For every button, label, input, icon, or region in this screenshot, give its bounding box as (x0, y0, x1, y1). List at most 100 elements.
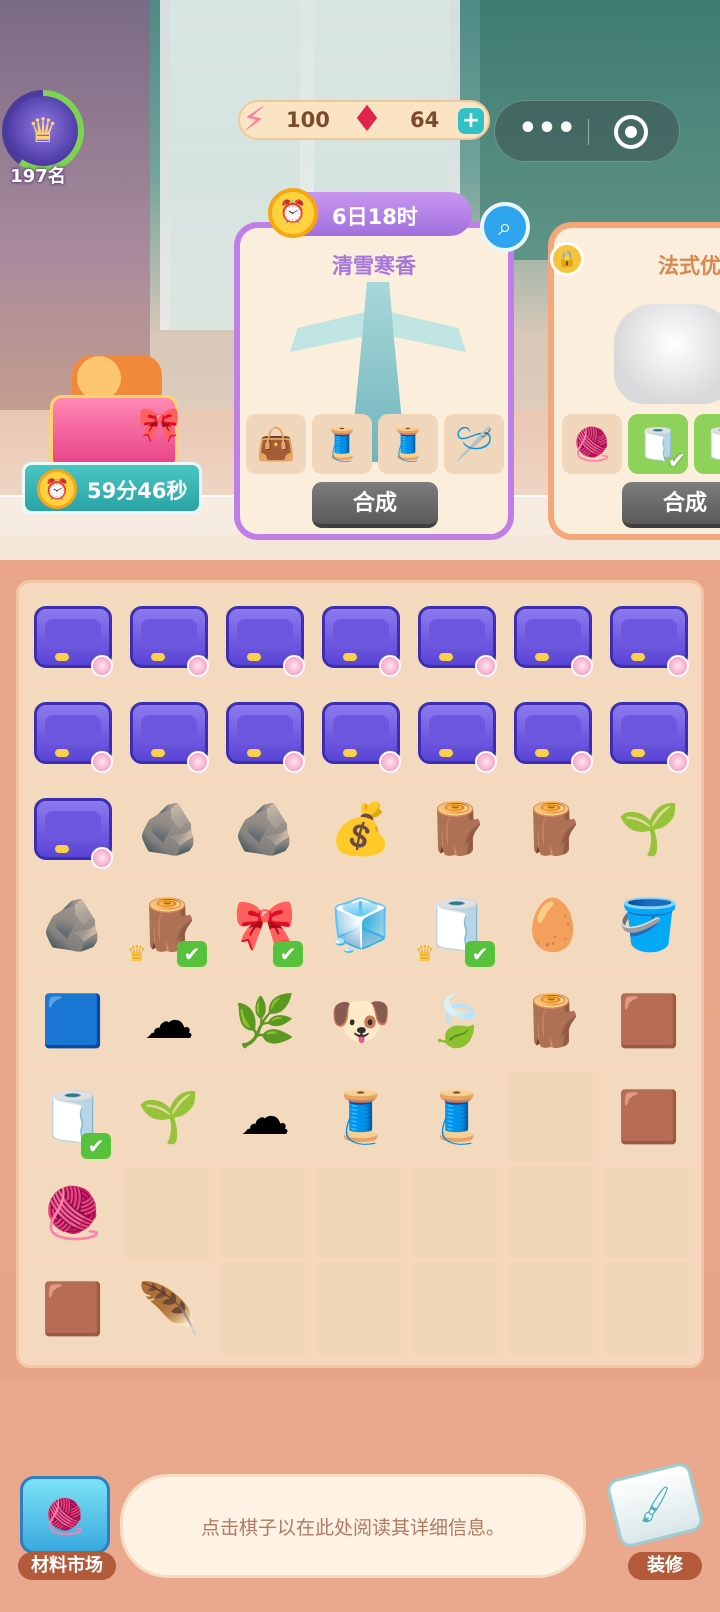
board-cell[interactable] (27, 687, 119, 779)
board-cell[interactable]: 🪵 ✔ ♛ (123, 879, 215, 971)
board-cell[interactable]: ☁ (123, 975, 215, 1067)
board-cell-empty[interactable] (315, 1263, 407, 1355)
board-cell-empty[interactable] (315, 1167, 407, 1259)
board-cell[interactable]: 🎀 ✔ (219, 879, 311, 971)
board-cell[interactable] (219, 687, 311, 779)
merge-button[interactable]: 合成 (622, 482, 720, 528)
crown-icon: ♛ (127, 942, 147, 967)
gem-value: 64 (410, 108, 440, 132)
board-cell[interactable]: 🪨 (219, 783, 311, 875)
board-cell[interactable]: 🌿 (219, 975, 311, 1067)
crown-icon: ♛ (8, 96, 78, 166)
logs-icon: 🪵 (521, 992, 585, 1050)
board-cell[interactable] (27, 783, 119, 875)
board-cell-empty[interactable] (603, 1167, 695, 1259)
merge-button[interactable]: 合成 (312, 482, 438, 528)
fabric-stack-icon[interactable]: 🧵 (312, 414, 372, 474)
gift-box[interactable]: 🎀 (42, 355, 182, 473)
board-cell[interactable]: 🥚 (507, 879, 599, 971)
towel-roll-icon[interactable]: 🧻 (694, 414, 720, 474)
gift-timer: ⏰ 59分46秒 (22, 462, 202, 514)
board-cell[interactable]: 💰 (315, 783, 407, 875)
more-button[interactable]: ••• (517, 113, 577, 151)
stone-bucket-icon: 🪣 (617, 896, 681, 954)
check-icon: ✔ (81, 1133, 111, 1159)
board-cell[interactable] (411, 687, 503, 779)
rock-icon: 🪨 (137, 800, 201, 858)
board-cell[interactable]: 🟫 (603, 1071, 695, 1163)
board-cell-empty[interactable] (219, 1167, 311, 1259)
decorate-button[interactable]: 🖌 装修 (604, 1460, 710, 1582)
board-cell[interactable] (507, 591, 599, 683)
board-cell[interactable] (315, 591, 407, 683)
board-cell-empty[interactable] (507, 1071, 599, 1163)
board-cell[interactable]: 🌱 (123, 1071, 215, 1163)
board-cell[interactable]: 🧊 (315, 879, 407, 971)
corset-icon (614, 304, 720, 404)
close-button[interactable] (614, 115, 648, 149)
board-cell[interactable]: 🧵 (315, 1071, 407, 1163)
order-timer: ⏰ 6日18时 (268, 188, 472, 238)
board-cell[interactable]: 🧶 (27, 1167, 119, 1259)
board-cell[interactable]: 🟫 (603, 975, 695, 1067)
board-cell[interactable]: 🪣 (603, 879, 695, 971)
board-cell-empty[interactable] (219, 1263, 311, 1355)
rank-label: 197名 (10, 166, 66, 187)
close-icon (625, 126, 637, 138)
board-cell-empty[interactable] (507, 1263, 599, 1355)
board-cell[interactable]: 🧵 (411, 1071, 503, 1163)
gift-timer-text: 59分46秒 (87, 479, 188, 503)
board-cell[interactable] (603, 687, 695, 779)
board-cell[interactable]: 🪵 (507, 783, 599, 875)
fabric-crate-icon[interactable]: 🧶 (562, 414, 622, 474)
bag-icon[interactable]: 👜 (246, 414, 306, 474)
sewing-machine-icon[interactable]: 🪡 (444, 414, 504, 474)
board-cell[interactable]: 🟦 (27, 975, 119, 1067)
board-cell[interactable]: 🪨 (27, 879, 119, 971)
leaf-icon: 🍃 (425, 992, 489, 1050)
currency-bar: ⚡ 100 ♦ 64 + (238, 99, 490, 140)
board-cell[interactable]: 🪵 (507, 975, 599, 1067)
generator-badge-icon (91, 751, 113, 773)
board-cell[interactable] (411, 591, 503, 683)
bark-icon: 🟫 (41, 1280, 105, 1338)
board-cell[interactable]: 🪶 (123, 1263, 215, 1355)
board-cell[interactable]: 🐶 (315, 975, 407, 1067)
board-cell-empty[interactable] (123, 1167, 215, 1259)
board-cell[interactable] (123, 591, 215, 683)
board-cell-empty[interactable] (507, 1167, 599, 1259)
player-rank[interactable]: ♛ 197名 (0, 90, 86, 187)
search-button[interactable]: ⌕ (480, 202, 530, 252)
sprout-pot-icon: 🌿 (233, 992, 297, 1050)
board-cell[interactable] (603, 591, 695, 683)
board-cell[interactable] (507, 687, 599, 779)
board-cell-empty[interactable] (411, 1167, 503, 1259)
cloth-icon: 🟦 (41, 992, 105, 1050)
generator-badge-icon (91, 655, 113, 677)
order-title: 清雪寒香 (332, 254, 416, 278)
order-card[interactable]: 清雪寒香 👜 🧵 🧵 🪡 合成 (234, 222, 514, 540)
cotton-icon: ☁ (240, 1088, 290, 1146)
board-cell[interactable]: 🧻 ✔ ♛ (411, 879, 503, 971)
thread-icon: 🧵 (425, 1088, 489, 1146)
board-cell[interactable] (219, 591, 311, 683)
board-cell[interactable]: 🪨 (123, 783, 215, 875)
towel-roll-icon[interactable]: 🧻 ✔ (628, 414, 688, 474)
dog-leaf-icon: 🐶 (329, 992, 393, 1050)
board-cell-empty[interactable] (603, 1263, 695, 1355)
board-cell[interactable]: 🟫 (27, 1263, 119, 1355)
board-cell[interactable] (123, 687, 215, 779)
lock-icon: 🔒 (550, 242, 584, 276)
board-cell[interactable]: ☁ (219, 1071, 311, 1163)
material-market-button[interactable]: 🧶 材料市场 (14, 1476, 116, 1580)
check-icon: ✔ (273, 941, 303, 967)
fabric-box-icon[interactable]: 🧵 (378, 414, 438, 474)
board-cell[interactable]: 🧻 ✔ (27, 1071, 119, 1163)
board-cell[interactable]: 🌱 (603, 783, 695, 875)
board-cell[interactable]: 🍃 (411, 975, 503, 1067)
add-gems-button[interactable]: + (458, 108, 484, 134)
board-cell[interactable] (315, 687, 407, 779)
board-cell-empty[interactable] (411, 1263, 503, 1355)
board-cell[interactable] (27, 591, 119, 683)
board-cell[interactable]: 🪵 (411, 783, 503, 875)
